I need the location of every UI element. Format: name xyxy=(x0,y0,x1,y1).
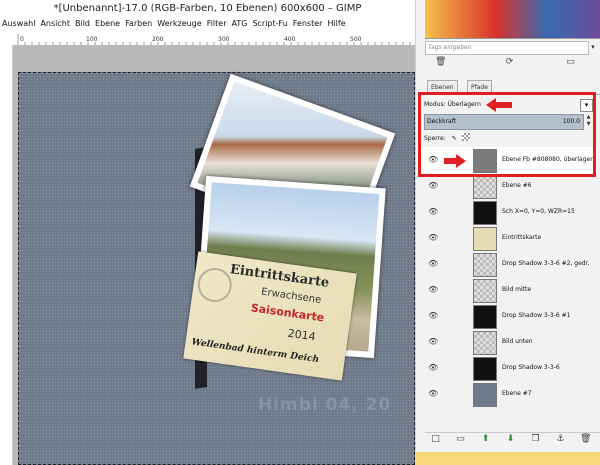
ticket-card: Eintrittskarte Erwachsene Saisonkarte 20… xyxy=(183,251,357,381)
eye-icon[interactable]: 👁 xyxy=(428,337,438,346)
layer-thumbnail xyxy=(473,305,497,329)
menu-item-auswahl[interactable]: Auswahl xyxy=(0,17,38,31)
layer-thumbnail xyxy=(473,201,497,225)
brush-preview[interactable] xyxy=(425,0,600,39)
duplicate-layer-icon[interactable]: ❐ xyxy=(530,434,541,445)
layer-actions: □ ▭ ⬆ ⬇ ❐ ⚓ 🗑 xyxy=(425,432,600,447)
menu-item-script-fu[interactable]: Script-Fu xyxy=(250,17,290,31)
menu-item-bild[interactable]: Bild xyxy=(73,17,93,31)
layer-row[interactable]: 👁 Bild mitte xyxy=(420,277,598,303)
menu-bar: Auswahl Ansicht Bild Ebene Farben Werkzeuge Fi… xyxy=(0,17,415,31)
folder-icon[interactable]: ▭ xyxy=(565,57,576,68)
anchor-layer-icon[interactable]: ⚓ xyxy=(555,434,566,445)
layer-row[interactable]: 👁 Eintrittskarte xyxy=(420,225,598,251)
layer-thumbnail xyxy=(473,357,497,381)
layer-row[interactable]: 👁 Drop Shadow 3-3-6 #1 xyxy=(420,303,598,329)
window-title: *[Unbenannt]-17.0 (RGB-Farben, 10 Ebenen… xyxy=(53,3,362,14)
ruler-tick-label: 500 xyxy=(350,36,362,43)
menu-item-ansicht[interactable]: Ansicht xyxy=(38,17,73,31)
eye-icon[interactable]: 👁 xyxy=(428,181,438,190)
layer-name: Drop Shadow 3-3-6 #2, gedr. xyxy=(502,260,590,267)
ruler-tick-label: 0 xyxy=(20,36,24,43)
title-bar: *[Unbenannt]-17.0 (RGB-Farben, 10 Ebenen… xyxy=(0,0,415,18)
menu-item-farben[interactable]: Farben xyxy=(123,17,155,31)
vertical-ruler[interactable] xyxy=(0,45,13,465)
trash-icon[interactable]: 🗑 xyxy=(435,57,446,68)
menu-item-filter[interactable]: Filter xyxy=(205,17,230,31)
refresh-icon[interactable]: ⟳ xyxy=(504,57,515,68)
layer-thumbnail xyxy=(473,331,497,355)
eye-icon[interactable]: 👁 xyxy=(428,363,438,372)
ticket-year: 2014 xyxy=(286,326,317,344)
ruler-ticks: 0 100 200 300 400 500 xyxy=(17,34,411,46)
layer-thumbnail xyxy=(473,227,497,251)
ruler-tick-label: 200 xyxy=(152,36,164,43)
taskbar-strip xyxy=(415,452,600,465)
eye-icon[interactable]: 👁 xyxy=(428,233,438,242)
layer-thumbnail xyxy=(473,253,497,277)
eye-icon[interactable]: 👁 xyxy=(428,285,438,294)
menu-item-werkzeuge[interactable]: Werkzeuge xyxy=(155,17,204,31)
lower-layer-icon[interactable]: ⬇ xyxy=(505,434,516,445)
raise-layer-icon[interactable]: ⬆ xyxy=(480,434,491,445)
layer-name: Bild unten xyxy=(502,338,533,345)
layer-name: Ebene #7 xyxy=(502,390,532,397)
trash-icon[interactable]: 🗑 xyxy=(580,434,591,445)
menu-item-fenster[interactable]: Fenster xyxy=(291,17,326,31)
stamp-icon xyxy=(195,265,234,305)
layer-name: Drop Shadow 3-3-6 #1 xyxy=(502,312,571,319)
tags-input[interactable]: Tags eingeben xyxy=(425,41,589,55)
horizontal-ruler[interactable]: 0 100 200 300 400 500 xyxy=(0,31,415,46)
menu-item-atg[interactable]: ATG xyxy=(230,17,251,31)
eye-icon[interactable]: 👁 xyxy=(428,259,438,268)
layer-thumbnail xyxy=(473,175,497,199)
layer-row[interactable]: 👁 Drop Shadow 3-3-6 #2, gedr. xyxy=(420,251,598,277)
layer-row[interactable]: 👁 Ebene #7 xyxy=(420,381,598,407)
layer-thumbnail xyxy=(473,279,497,303)
watermark: Himbi 04, 20 xyxy=(258,395,392,415)
arrow-left-icon xyxy=(486,98,512,112)
ruler-tick-label: 300 xyxy=(218,36,230,43)
layer-row[interactable]: 👁 Drop Shadow 3-3-6 xyxy=(420,355,598,381)
layer-row[interactable]: 👁 Bild unten xyxy=(420,329,598,355)
layer-row[interactable]: 👁 Sch X=0, Y=0, WZR=15 xyxy=(420,199,598,225)
ruler-tick-label: 400 xyxy=(284,36,296,43)
arrow-right-icon xyxy=(444,154,466,168)
eye-icon[interactable]: 👁 xyxy=(428,311,438,320)
layer-name: Bild mitte xyxy=(502,286,532,293)
new-group-icon[interactable]: ▭ xyxy=(455,434,466,445)
eye-icon[interactable]: 👁 xyxy=(428,389,438,398)
brush-toolbar: 🗑 ⟳ ▭ xyxy=(425,56,600,70)
menu-item-ebene[interactable]: Ebene xyxy=(93,17,123,31)
eye-icon[interactable]: 👁 xyxy=(428,207,438,216)
chevron-down-icon[interactable]: ▾ xyxy=(588,41,598,54)
layer-thumbnail xyxy=(473,383,497,407)
new-layer-icon[interactable]: □ xyxy=(430,434,441,445)
layer-name: Sch X=0, Y=0, WZR=15 xyxy=(502,208,575,215)
menu-item-hilfe[interactable]: Hilfe xyxy=(325,17,348,31)
layer-name: Drop Shadow 3-3-6 xyxy=(502,364,560,371)
ruler-tick-label: 100 xyxy=(86,36,98,43)
layer-name: Eintrittskarte xyxy=(502,234,542,241)
